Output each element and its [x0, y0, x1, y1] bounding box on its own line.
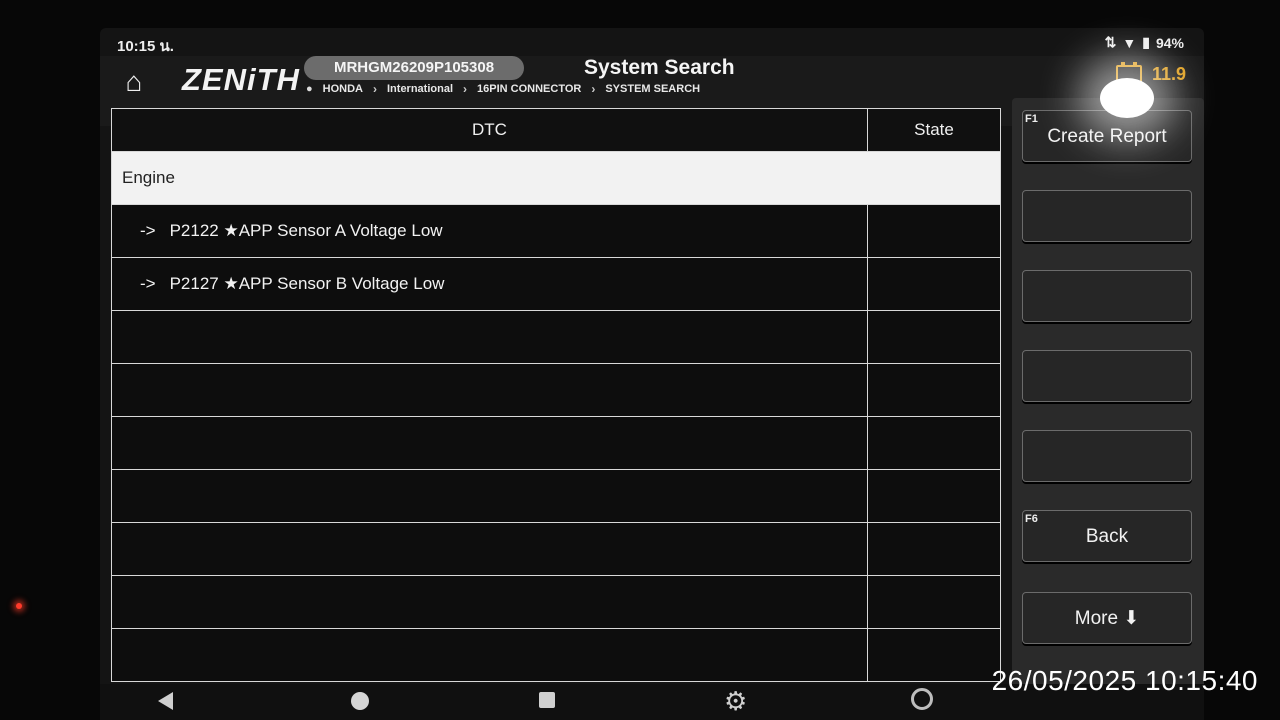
column-header-state: State [867, 108, 1001, 152]
nav-home-icon[interactable] [351, 692, 369, 710]
empty-cell [867, 310, 1001, 364]
function-button-2[interactable] [1022, 190, 1192, 242]
battery-percent: 94% [1155, 34, 1184, 51]
signal-arrows-icon: ⇅ [1104, 34, 1117, 50]
more-label: More ⬇ [1074, 608, 1140, 629]
empty-cell [111, 628, 868, 682]
empty-cell [111, 363, 868, 417]
table-row[interactable]: -> P2127 ★APP Sensor B Voltage Low [111, 257, 1001, 311]
voltage-value: 11.9 [1151, 64, 1186, 84]
zenith-logo: ZENiTH [182, 62, 300, 97]
column-header-dtc: DTC [111, 108, 868, 152]
empty-cell [867, 363, 1001, 417]
home-icon[interactable]: ⌂ [116, 64, 152, 100]
table-row-empty [111, 522, 1001, 576]
dtc-cell: -> P2122 ★APP Sensor A Voltage Low [111, 204, 868, 258]
create-report-button[interactable]: F1 Create Report [1022, 110, 1192, 162]
function-button-3[interactable] [1022, 270, 1192, 322]
empty-cell [111, 416, 868, 470]
table-row-empty [111, 469, 1001, 523]
table-row-empty [111, 363, 1001, 417]
nav-back-icon[interactable] [158, 692, 173, 710]
page-title: System Search [584, 56, 735, 79]
empty-cell [867, 522, 1001, 576]
group-label: Engine [111, 151, 1001, 205]
breadcrumb: ● HONDA › International › 16PIN CONNECTO… [306, 82, 700, 96]
status-time: 10:15 น. [117, 38, 174, 55]
battery-status-icon: ▮ [1142, 34, 1150, 50]
table-row-empty [111, 416, 1001, 470]
breadcrumb-item-search: SYSTEM SEARCH [605, 83, 701, 95]
function-key-panel: F1 Create Report F6 Back More ⬇ [1012, 98, 1204, 690]
back-label: Back [1085, 526, 1129, 547]
breadcrumb-item-connector: 16PIN CONNECTOR [477, 83, 582, 95]
breadcrumb-item-region: International [387, 83, 454, 95]
state-cell [867, 204, 1001, 258]
browser-icon[interactable] [911, 688, 933, 710]
f6-key-label: F6 [1025, 513, 1038, 525]
back-button[interactable]: F6 Back [1022, 510, 1192, 562]
empty-cell [111, 310, 868, 364]
empty-cell [111, 469, 868, 523]
table-row-empty [111, 628, 1001, 682]
chevron-right-icon: › [463, 82, 468, 96]
table-row[interactable]: -> P2122 ★APP Sensor A Voltage Low [111, 204, 1001, 258]
arrow-right-icon: -> [140, 221, 156, 240]
arrow-right-icon: -> [140, 274, 156, 293]
vin-badge: MRHGM26209P105308 [304, 56, 524, 80]
function-button-5[interactable] [1022, 430, 1192, 482]
empty-cell [111, 575, 868, 629]
nav-recent-apps-icon[interactable] [539, 692, 555, 708]
table-row-empty [111, 575, 1001, 629]
function-button-4[interactable] [1022, 350, 1192, 402]
device-screen: 10:15 น. ⇅ ▼ ▮ 94% ⌂ ZENiTH MRHGM26209P1… [100, 28, 1204, 720]
empty-cell [867, 416, 1001, 470]
device-led [16, 603, 22, 609]
location-pin-icon: ● [306, 83, 313, 95]
dtc-text: P2127 ★APP Sensor B Voltage Low [169, 274, 445, 293]
dtc-text: P2122 ★APP Sensor A Voltage Low [169, 221, 443, 240]
empty-cell [867, 575, 1001, 629]
empty-cell [111, 522, 868, 576]
empty-cell [867, 469, 1001, 523]
android-status-bar: 10:15 น. ⇅ ▼ ▮ 94% [100, 28, 1204, 56]
table-row-empty [111, 310, 1001, 364]
group-row-engine[interactable]: Engine [111, 151, 1001, 205]
settings-gear-icon[interactable]: ⚙ [724, 686, 747, 717]
light-glare [1100, 78, 1154, 118]
f1-key-label: F1 [1025, 113, 1038, 125]
breadcrumb-item-make: HONDA [322, 83, 363, 95]
status-icons: ⇅ ▼ ▮ 94% [1105, 34, 1184, 51]
chevron-right-icon: › [373, 82, 377, 96]
dtc-cell: -> P2127 ★APP Sensor B Voltage Low [111, 257, 868, 311]
empty-cell [867, 628, 1001, 682]
wifi-icon: ▼ [1122, 34, 1137, 51]
dtc-table: DTC State Engine -> P2122 ★APP Sensor A V… [111, 108, 1001, 682]
chevron-right-icon: › [591, 82, 596, 96]
state-cell [867, 257, 1001, 311]
table-header-row: DTC State [111, 108, 1001, 152]
photo-timestamp: 26/05/2025 10:15:40 [991, 665, 1258, 696]
create-report-label: Create Report [1047, 126, 1167, 147]
more-button[interactable]: More ⬇ [1022, 592, 1192, 644]
